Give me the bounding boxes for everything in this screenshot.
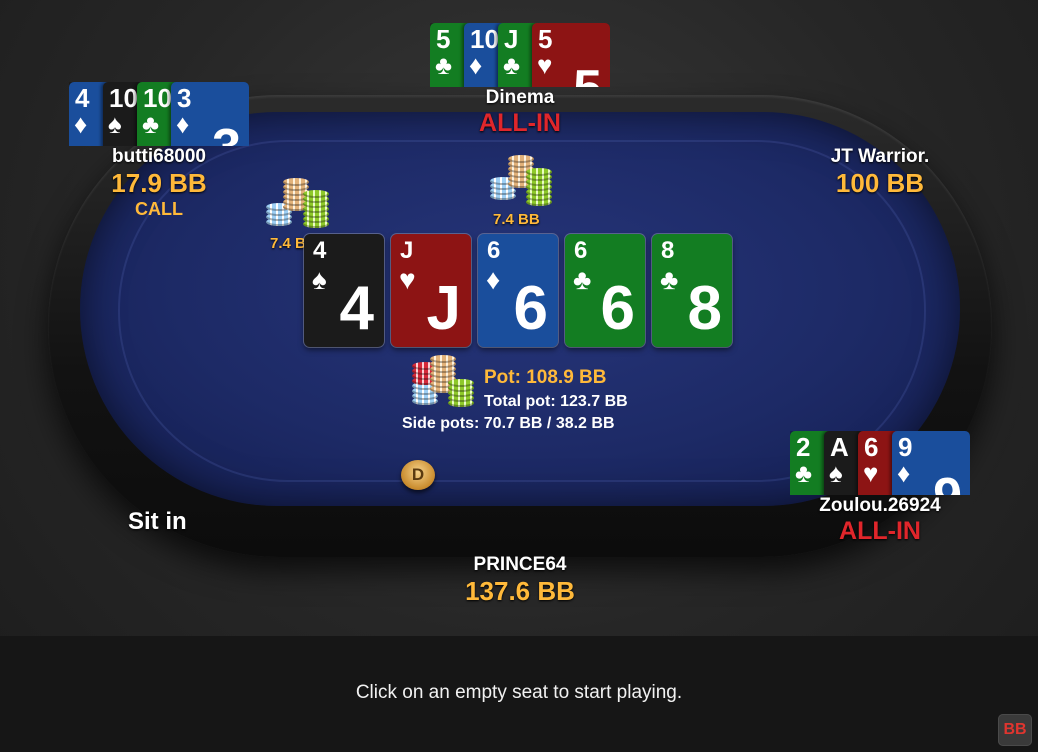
seat-jt-warrior[interactable]: JT Warrior. 100 BB (800, 146, 960, 199)
card-rank: J (504, 24, 519, 54)
side-pots: Side pots: 70.7 BB / 38.2 BB (402, 415, 615, 432)
bet-chips-butti68000 (266, 176, 330, 232)
card-rank-large: 6 (600, 274, 635, 343)
hole-card: 5♥5 (532, 23, 610, 87)
card-rank-large: 4 (339, 274, 374, 343)
card-rank: 6 (574, 237, 588, 264)
card-rank: 10 (143, 83, 172, 113)
card-suit-icon: ♥ (537, 50, 553, 80)
player-name: Zoulou.26924 (819, 495, 941, 516)
card-suit-icon: ♣ (142, 109, 160, 139)
card-suit-icon: ♠ (312, 264, 327, 295)
card-rank: 5 (538, 24, 553, 54)
seat-zoulou[interactable]: Zoulou.26924 ALL-IN (790, 495, 970, 546)
card-suit-icon: ♦ (486, 264, 501, 295)
card-rank: 8 (661, 237, 675, 264)
seat-prince64[interactable]: PRINCE64 137.6 BB (420, 554, 620, 607)
card-rank: 10 (470, 24, 499, 54)
player-stack: 137.6 BB (465, 576, 575, 606)
card-suit-icon: ♥ (399, 264, 416, 295)
player-name: Dinema (485, 87, 555, 108)
player-name: JT Warrior. (830, 146, 930, 167)
card-rank: 9 (898, 432, 913, 462)
card-rank: J (400, 237, 414, 264)
card-suit-icon: ♣ (503, 50, 521, 80)
player-status: ALL-IN (839, 517, 921, 545)
pot-chips (410, 355, 480, 411)
player-name: PRINCE64 (473, 554, 567, 575)
seat-dinema[interactable]: Dinema ALL-IN (440, 87, 600, 138)
status-message: Click on an empty seat to start playing. (355, 682, 683, 703)
card-rank: 10 (109, 83, 138, 113)
player-name: butti68000 (112, 146, 206, 167)
bet-amount-dinema: 7.4 BB (493, 211, 540, 228)
card-suit-icon: ♣ (795, 458, 813, 488)
player-stack: 17.9 BB (111, 168, 207, 198)
sit-in-button[interactable]: Sit in (128, 508, 187, 536)
card-suit-icon: ♣ (573, 264, 592, 295)
card-rank: 6 (864, 432, 879, 462)
card-suit-icon: ♦ (469, 50, 483, 80)
hole-card: 9♦9 (892, 431, 970, 495)
card-suit-icon: ♣ (435, 50, 453, 80)
community-cards: 4 ♠ 4 J ♥ J 6 ♦ 6 6 ♣ 6 8 ♣ 8 (304, 234, 732, 347)
player-stack: 100 BB (835, 168, 925, 198)
pot-amount: Pot: 108.9 BB (484, 367, 607, 388)
card-rank: A (830, 432, 849, 462)
seat-butti68000[interactable]: butti68000 17.9 BB CALL (79, 146, 239, 220)
card-rank: 3 (177, 83, 192, 113)
hole-cards-dinema: 5♣10♦J♣5♥5 (430, 23, 610, 87)
board-card: 8 ♣ 8 (652, 234, 732, 347)
board-card: J ♥ J (391, 234, 471, 347)
hole-card: 3♦3 (171, 82, 249, 146)
card-rank-large: 3 (212, 122, 241, 146)
board-card: 4 ♠ 4 (304, 234, 384, 347)
player-status: ALL-IN (479, 109, 561, 137)
card-rank: 4 (75, 83, 90, 113)
hole-cards-butti68000: 4♦10♠10♣3♦3 (69, 82, 249, 146)
bb-display-toggle-button[interactable]: BB (998, 714, 1032, 746)
card-suit-icon: ♦ (74, 109, 88, 139)
board-card: 6 ♦ 6 (478, 234, 558, 347)
card-rank-large: J (426, 274, 461, 343)
card-rank: 2 (796, 432, 811, 462)
hole-cards-zoulou: 2♣A♠6♥9♦9 (790, 431, 970, 495)
card-rank-large: 5 (573, 63, 602, 87)
card-rank: 5 (436, 24, 451, 54)
total-pot: Total pot: 123.7 BB (484, 393, 628, 410)
card-suit-icon: ♠ (108, 109, 122, 139)
card-rank: 4 (313, 237, 327, 264)
card-suit-icon: ♣ (660, 264, 679, 295)
card-suit-icon: ♥ (863, 458, 879, 488)
card-rank-large: 8 (687, 274, 722, 343)
card-rank-large: 6 (513, 274, 548, 343)
card-suit-icon: ♦ (176, 109, 190, 139)
card-suit-icon: ♠ (829, 458, 843, 488)
card-rank-large: 9 (933, 471, 962, 495)
board-card: 6 ♣ 6 (565, 234, 645, 347)
card-suit-icon: ♦ (897, 458, 911, 488)
bet-chips-dinema (490, 152, 554, 208)
card-rank: 6 (487, 237, 501, 264)
dealer-button-icon: D (401, 460, 435, 490)
player-action: CALL (135, 199, 183, 219)
